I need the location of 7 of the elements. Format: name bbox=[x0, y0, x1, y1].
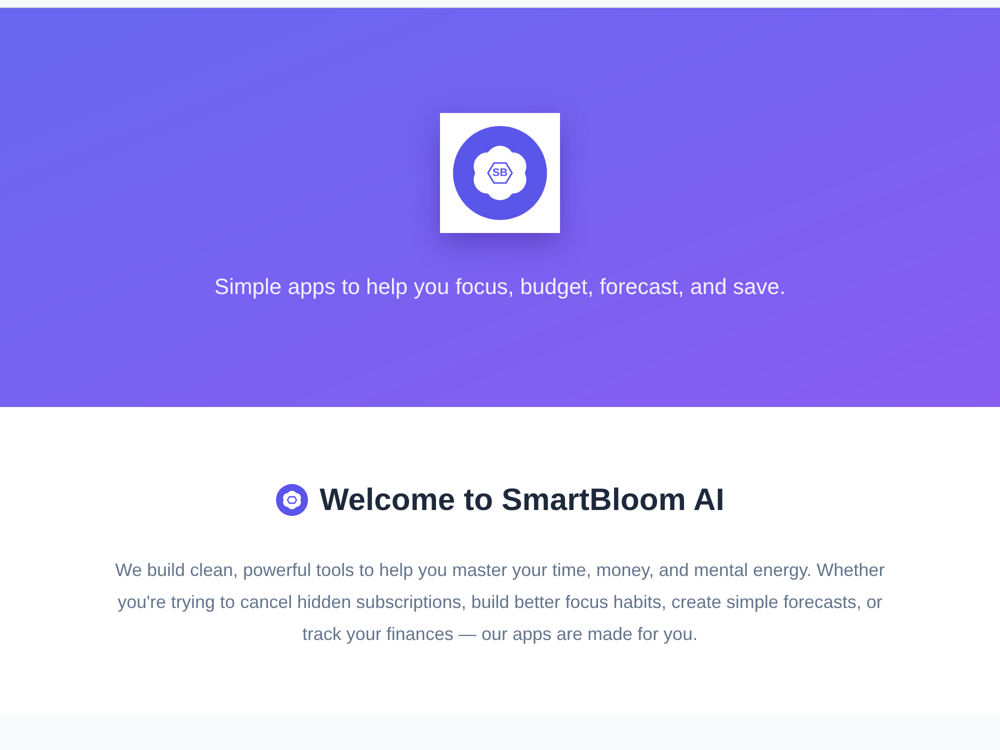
tagline: Simple apps to help you focus, budget, forecast, and save. bbox=[214, 273, 786, 300]
welcome-heading: Welcome to SmartBloom AI bbox=[320, 481, 724, 519]
welcome-paragraph: We build clean, powerful tools to help you master your time, money, and mental energy. Whether you're trying to cancel hidden subscriptions, build better focus habits, create simple forecasts, or track your finances — our apps are made for you. bbox=[114, 558, 886, 646]
flower-logo-icon bbox=[276, 484, 308, 516]
hexagon-icon bbox=[487, 162, 513, 184]
flower-logo-icon bbox=[453, 126, 547, 220]
logo-text: SB bbox=[492, 168, 508, 178]
